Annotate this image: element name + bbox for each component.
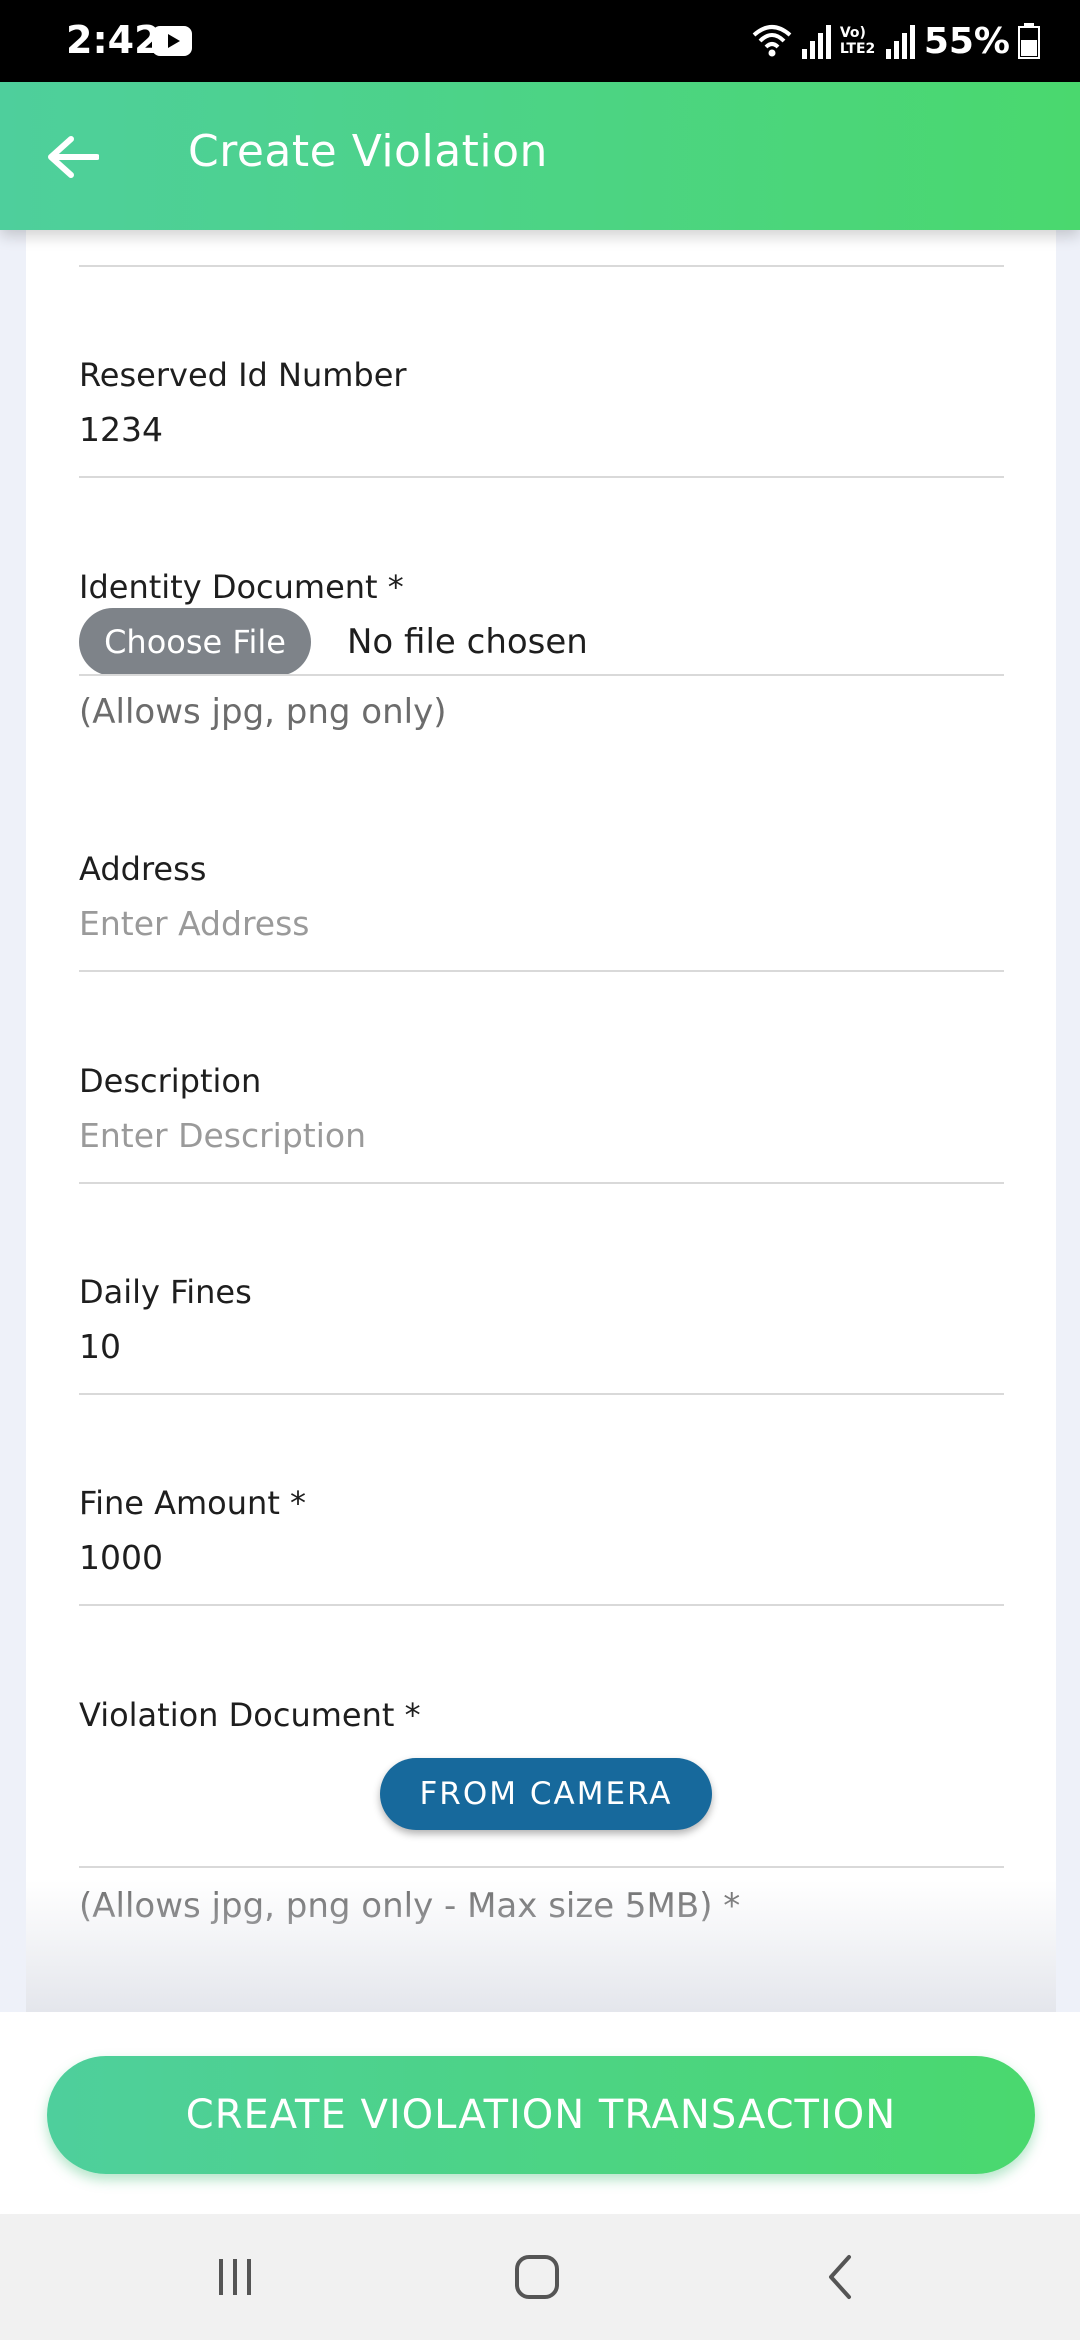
page-title: Create Violation bbox=[188, 126, 548, 177]
fine-amount-underline bbox=[79, 1604, 1004, 1606]
battery-percentage: 55% bbox=[923, 20, 1010, 62]
daily-fines-field[interactable]: Daily Fines 10 bbox=[79, 1273, 1004, 1413]
description-underline bbox=[79, 1182, 1004, 1184]
create-violation-transaction-button[interactable]: CREATE VIOLATION TRANSACTION bbox=[47, 2056, 1035, 2174]
identity-document-field: Identity Document * Choose File No file … bbox=[79, 568, 1004, 748]
daily-fines-label: Daily Fines bbox=[79, 1273, 252, 1311]
previous-field-underline bbox=[79, 265, 1004, 267]
form-card: Reserved Id Number 1234 Identity Documen… bbox=[26, 180, 1056, 2010]
violation-document-hint: (Allows jpg, png only - Max size 5MB) * bbox=[79, 1886, 741, 1926]
recents-icon bbox=[219, 2259, 251, 2295]
youtube-icon bbox=[152, 26, 192, 56]
reserved-id-value[interactable]: 1234 bbox=[79, 410, 163, 449]
battery-icon bbox=[1018, 23, 1040, 59]
home-button[interactable] bbox=[504, 2244, 570, 2310]
signal-icon bbox=[801, 25, 831, 59]
fine-amount-field[interactable]: Fine Amount * 1000 bbox=[79, 1484, 1004, 1624]
system-nav-bar bbox=[0, 2214, 1080, 2340]
identity-document-hint: (Allows jpg, png only) bbox=[79, 692, 447, 732]
from-camera-button[interactable]: FROM CAMERA bbox=[380, 1758, 712, 1830]
violation-document-underline bbox=[79, 1866, 1004, 1868]
file-status-text: No file chosen bbox=[347, 622, 588, 662]
address-label: Address bbox=[79, 850, 207, 888]
back-button[interactable] bbox=[42, 126, 104, 188]
identity-document-label: Identity Document * bbox=[79, 568, 404, 606]
fine-amount-input[interactable]: 1000 bbox=[79, 1538, 163, 1577]
address-input[interactable]: Enter Address bbox=[79, 904, 309, 943]
daily-fines-underline bbox=[79, 1393, 1004, 1395]
status-indicators: Vo) LTE2 55% bbox=[750, 16, 1040, 66]
wifi-icon bbox=[752, 25, 792, 57]
violation-document-label: Violation Document * bbox=[79, 1696, 421, 1734]
app-bar: Create Violation bbox=[0, 82, 1080, 230]
arrow-left-icon bbox=[48, 136, 99, 178]
chevron-left-icon bbox=[829, 2255, 851, 2299]
fine-amount-label: Fine Amount * bbox=[79, 1484, 307, 1522]
recents-button[interactable] bbox=[202, 2244, 268, 2310]
network-label: Vo) LTE2 bbox=[839, 25, 876, 57]
bottom-action-area: CREATE VIOLATION TRANSACTION bbox=[0, 2012, 1080, 2214]
reserved-id-label: Reserved Id Number bbox=[79, 356, 407, 394]
description-field[interactable]: Description Enter Description bbox=[79, 1062, 1004, 1202]
choose-file-button[interactable]: Choose File bbox=[79, 608, 311, 676]
daily-fines-input[interactable]: 10 bbox=[79, 1327, 121, 1366]
address-field[interactable]: Address Enter Address bbox=[79, 850, 1004, 990]
home-icon bbox=[515, 2255, 559, 2299]
nav-back-button[interactable] bbox=[808, 2244, 874, 2310]
signal-icon-2 bbox=[885, 25, 915, 59]
reserved-id-underline bbox=[79, 476, 1004, 478]
identity-document-underline bbox=[79, 674, 1004, 676]
description-label: Description bbox=[79, 1062, 262, 1100]
violation-document-field: Violation Document * FROM CAMERA (Allows… bbox=[79, 1696, 1004, 1956]
description-input[interactable]: Enter Description bbox=[79, 1116, 366, 1155]
reserved-id-field[interactable]: Reserved Id Number 1234 bbox=[79, 356, 1004, 496]
status-bar: 2:42 Vo) LTE2 55% bbox=[0, 0, 1080, 82]
status-time: 2:42 bbox=[66, 18, 161, 62]
address-underline bbox=[79, 970, 1004, 972]
